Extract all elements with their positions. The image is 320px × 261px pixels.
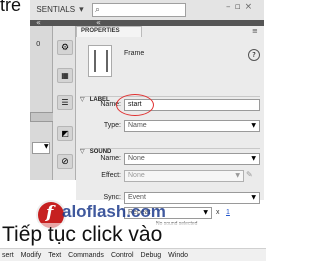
left-panel-number: 0 — [36, 40, 41, 48]
logo-letter: f — [46, 203, 54, 223]
workspace-switcher[interactable]: SENTIALS ▾ — [30, 1, 90, 18]
chevron-down-icon: ▼ — [251, 122, 256, 129]
workspace-label: SENTIALS — [36, 5, 76, 14]
effect-value: None — [128, 172, 145, 179]
chevron-down-icon: ▼ — [203, 209, 208, 216]
watermark-text: aloflash.com — [62, 202, 166, 221]
close-button[interactable]: × — [245, 2, 253, 16]
library-icon[interactable]: ▦ — [57, 68, 73, 83]
sound-section-header[interactable]: ▽ SOUND — [80, 138, 260, 155]
align-icon[interactable]: ☰ — [57, 95, 73, 110]
chevron-down-icon: ▾ — [79, 4, 84, 15]
label-section-header[interactable]: ▽ LABEL — [80, 86, 260, 103]
properties-tab-label: PROPERTIES — [81, 28, 120, 34]
sync-value: Event — [128, 194, 146, 201]
chevron-down-icon: ▼ — [251, 194, 256, 201]
type-label: Type: — [103, 122, 121, 129]
chevron-down-icon: ▼ — [251, 155, 256, 162]
left-panel — [30, 26, 53, 180]
chevron-down-icon: ▼ — [235, 172, 240, 179]
type-dropdown[interactable]: Name ▼ — [124, 120, 260, 132]
frame-thumbnail-icon — [88, 45, 112, 77]
menu-text[interactable]: Text — [48, 252, 61, 259]
caption-top-text: trè — [0, 0, 22, 15]
chevron-down-icon: ▽ — [80, 96, 85, 103]
effect-label: Effect: — [101, 172, 121, 179]
caption-bottom-text: Tiếp tục click vào — [2, 223, 264, 247]
menu-control[interactable]: Control — [111, 252, 134, 259]
window-controls: – ▫ × — [226, 2, 264, 16]
menu-commands[interactable]: Commands — [68, 252, 104, 259]
menu-bar: sert Modify Text Commands Control Debug … — [0, 248, 266, 261]
pencil-icon[interactable]: ✎ — [246, 170, 253, 179]
repeat-x-label: x — [216, 209, 220, 216]
sound-name-dropdown[interactable]: None ▼ — [124, 153, 260, 165]
chevron-down-icon: ▽ — [80, 148, 85, 155]
chevron-down-icon: ▼ — [44, 143, 49, 150]
sync-label: Sync: — [103, 194, 121, 201]
frame-label: Frame — [124, 50, 145, 57]
menu-debug[interactable]: Debug — [141, 252, 162, 259]
maximize-button[interactable]: ▫ — [235, 2, 241, 16]
menu-modify[interactable]: Modify — [21, 252, 42, 259]
search-input[interactable]: ⌕ — [92, 3, 186, 17]
help-icon[interactable]: ? — [248, 49, 260, 61]
search-icon: ⌕ — [95, 5, 101, 15]
menu-window[interactable]: Windo — [168, 252, 188, 259]
type-dropdown-value: Name — [128, 122, 147, 129]
sound-name-value: None — [128, 155, 145, 162]
sound-name-label: Name: — [100, 155, 121, 162]
swatches-icon[interactable]: ◩ — [57, 126, 73, 141]
menu-insert[interactable]: sert — [2, 252, 14, 259]
highlight-circle — [116, 94, 154, 116]
component-icon[interactable]: ⚙ — [57, 40, 73, 55]
effect-dropdown[interactable]: None ▼ — [124, 170, 244, 182]
left-panel-scrollbar[interactable] — [30, 112, 54, 122]
properties-tab[interactable]: PROPERTIES — [76, 26, 142, 37]
repeat-count[interactable]: 1 — [226, 209, 230, 216]
panel-menu-icon[interactable]: ≡ — [252, 27, 258, 35]
minimize-button[interactable]: – — [226, 2, 231, 16]
transform-icon[interactable]: ⊘ — [57, 154, 73, 169]
